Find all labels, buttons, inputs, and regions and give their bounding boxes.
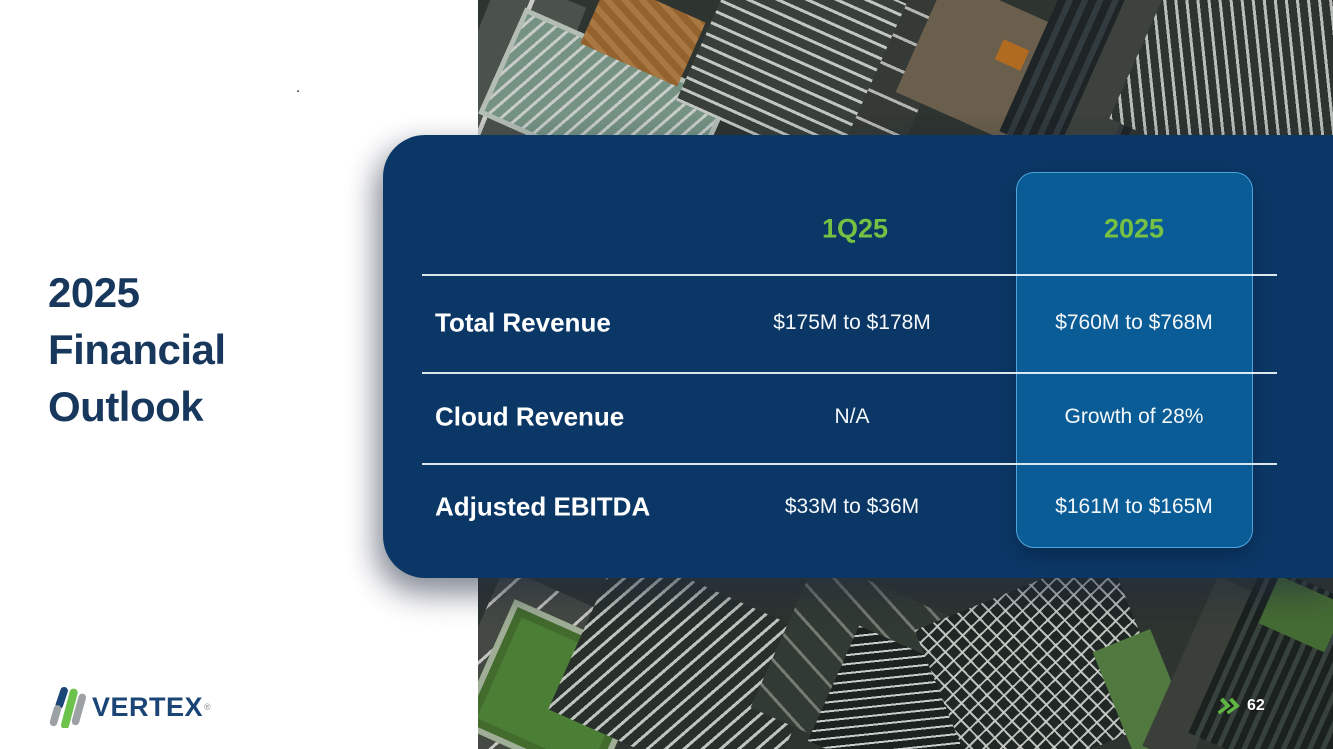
cloud-revenue-2025-value: Growth of 28%	[1065, 405, 1204, 429]
total-revenue-1q25-value: $175M to $178M	[773, 311, 931, 335]
table-divider	[422, 372, 1277, 374]
vertex-logo: VERTEX ®	[45, 686, 211, 728]
slide-title: 2025 Financial Outlook	[48, 264, 226, 435]
table-divider	[422, 463, 1277, 465]
column-header-2025: 2025	[1104, 214, 1164, 245]
presentation-slide: 1Q25 2025 Total Revenue $175M to $178M $…	[0, 0, 1333, 749]
cloud-revenue-1q25-value: N/A	[834, 405, 869, 429]
row-label-total-revenue: Total Revenue	[435, 308, 611, 339]
page-number: 62	[1247, 697, 1265, 715]
column-header-1q25: 1Q25	[822, 214, 888, 245]
outlook-table-card: 1Q25 2025 Total Revenue $175M to $178M $…	[383, 135, 1333, 578]
vertex-wordmark: VERTEX	[92, 692, 203, 723]
stray-dot-mark: .	[296, 78, 300, 98]
double-chevron-icon	[1214, 696, 1244, 716]
table-divider	[422, 274, 1277, 276]
adjusted-ebitda-1q25-value: $33M to $36M	[785, 495, 919, 519]
row-label-cloud-revenue: Cloud Revenue	[435, 402, 624, 433]
registered-trademark-symbol: ®	[204, 702, 211, 712]
adjusted-ebitda-2025-value: $161M to $165M	[1055, 495, 1213, 519]
row-label-adjusted-ebitda: Adjusted EBITDA	[435, 492, 650, 523]
total-revenue-2025-value: $760M to $768M	[1055, 311, 1213, 335]
page-marker: 62	[1216, 696, 1265, 716]
vertex-logo-mark-icon	[45, 686, 87, 728]
